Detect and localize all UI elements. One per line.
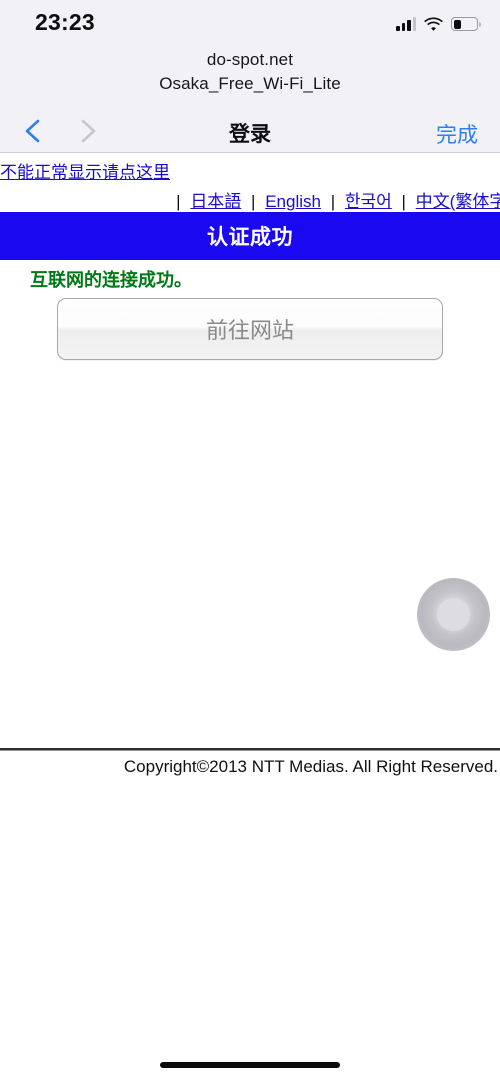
display-problem-link[interactable]: 不能正常显示请点这里: [0, 158, 170, 183]
wifi-icon: [424, 17, 443, 31]
language-separator-3: |: [401, 192, 406, 211]
captive-portal-webview: 不能正常显示请点这里 | 日本語 | English | 한국어 | 中文(繁体…: [0, 153, 500, 1013]
footer-divider: [0, 748, 500, 751]
captive-portal-header: do-spot.net Osaka_Free_Wi-Fi_Lite: [0, 48, 500, 96]
done-button[interactable]: 完成: [436, 119, 478, 149]
status-bar-indicators: [396, 14, 481, 34]
authentication-success-banner: 认证成功: [0, 212, 500, 260]
go-to-website-button[interactable]: 前往网站: [57, 298, 443, 360]
portal-ssid: Osaka_Free_Wi-Fi_Lite: [159, 74, 341, 93]
assistive-touch-icon[interactable]: [417, 578, 490, 651]
connection-success-message: 互联网的连接成功。: [30, 270, 192, 290]
language-separator-1: |: [251, 192, 256, 211]
page-title: 登录: [229, 123, 271, 146]
language-separator-2: |: [330, 192, 336, 211]
copyright-text: Copyright©2013 NTT Medias. All Right Res…: [123, 757, 498, 776]
cellular-signal-icon: [396, 17, 416, 31]
home-indicator-bar[interactable]: [160, 1062, 340, 1068]
battery-low-icon: [451, 17, 481, 31]
ios-captive-portal-chrome: 23:23 do-spot.net Osaka_Free_Wi-Fi_Lite …: [0, 0, 500, 153]
language-separator-0: |: [176, 192, 181, 211]
status-bar-time: 23:23: [35, 9, 95, 35]
language-link-korean[interactable]: 한국어: [345, 192, 392, 211]
language-link-japanese[interactable]: 日本語: [190, 192, 241, 211]
language-link-chinese-traditional[interactable]: 中文(繁体字): [416, 192, 500, 211]
language-link-english[interactable]: English: [265, 192, 321, 211]
portal-host: do-spot.net: [206, 50, 294, 69]
status-bar: 23:23: [0, 0, 500, 46]
navigation-bar: 登录 完成: [0, 108, 500, 153]
language-switcher: | 日本語 | English | 한국어 | 中文(繁体字): [0, 187, 500, 212]
